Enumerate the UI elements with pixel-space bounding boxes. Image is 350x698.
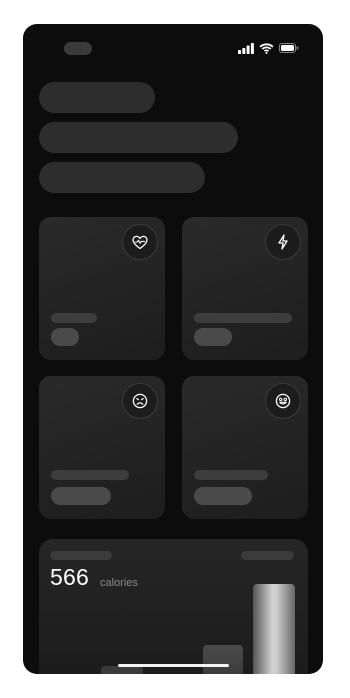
calories-bar-3 bbox=[253, 584, 295, 674]
card-value-skeleton bbox=[194, 328, 232, 346]
cellular-signal-icon bbox=[238, 42, 254, 54]
sad-face-button[interactable] bbox=[122, 383, 158, 419]
dynamic-island-pill bbox=[64, 42, 92, 55]
lightning-icon bbox=[278, 234, 288, 250]
metric-card-happy[interactable] bbox=[182, 376, 308, 519]
card-label-skeleton bbox=[194, 470, 268, 480]
card-label-skeleton bbox=[194, 313, 292, 323]
title-skeleton-line-1 bbox=[39, 82, 155, 113]
sad-face-icon bbox=[132, 393, 148, 409]
calories-unit: calories bbox=[100, 577, 138, 589]
heart-pulse-button[interactable] bbox=[122, 224, 158, 260]
card-value-skeleton bbox=[51, 487, 111, 505]
wifi-icon bbox=[259, 42, 274, 54]
card-value-skeleton bbox=[51, 328, 79, 346]
calories-bar-2 bbox=[203, 645, 243, 674]
metric-card-heart[interactable] bbox=[39, 217, 165, 360]
calories-card-action-skeleton bbox=[241, 551, 294, 560]
status-bar-icons bbox=[238, 41, 299, 55]
title-skeleton-line-3 bbox=[39, 162, 205, 193]
phone-screen: 566 calories bbox=[23, 24, 323, 674]
calories-card[interactable]: 566 calories bbox=[39, 539, 308, 674]
title-skeleton-line-2 bbox=[39, 122, 238, 153]
metric-card-sad[interactable] bbox=[39, 376, 165, 519]
metric-card-energy[interactable] bbox=[182, 217, 308, 360]
card-label-skeleton bbox=[51, 470, 129, 480]
calories-card-title-skeleton bbox=[50, 551, 112, 560]
home-indicator[interactable] bbox=[118, 664, 229, 667]
card-value-skeleton bbox=[194, 487, 252, 505]
lightning-button[interactable] bbox=[265, 224, 301, 260]
happy-face-button[interactable] bbox=[265, 383, 301, 419]
heart-pulse-icon bbox=[132, 235, 148, 249]
happy-face-icon bbox=[275, 393, 291, 409]
calories-value: 566 bbox=[50, 564, 89, 590]
battery-icon bbox=[279, 43, 299, 53]
calories-bar-1 bbox=[101, 666, 143, 674]
card-label-skeleton bbox=[51, 313, 97, 323]
